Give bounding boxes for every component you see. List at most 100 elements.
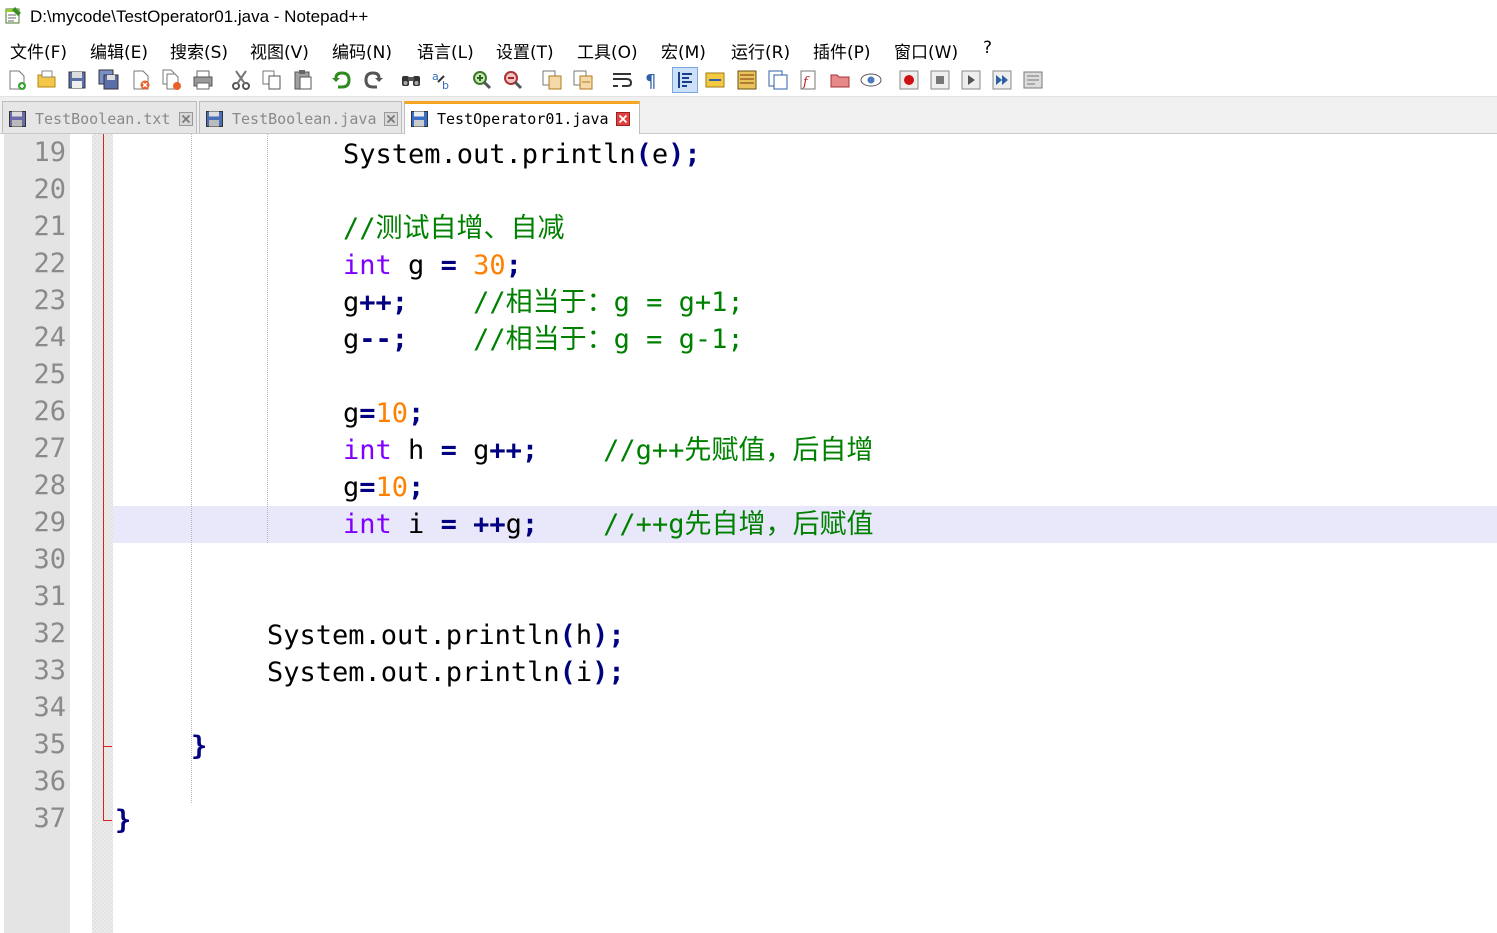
- code-token: g: [343, 287, 360, 318]
- operator-token: =: [440, 250, 457, 281]
- doc-list-icon[interactable]: [766, 68, 790, 92]
- show-all-characters-icon[interactable]: ¶: [640, 68, 664, 92]
- code-line-33: System.out.println(i);: [267, 654, 625, 691]
- code-token: h: [575, 620, 593, 651]
- indent-guide-icon[interactable]: [672, 67, 698, 93]
- operator-token: =: [359, 398, 376, 429]
- tab-testboolean-java[interactable]: TestBoolean.java: [199, 101, 402, 133]
- undo-icon[interactable]: [330, 68, 354, 92]
- fold-end-marker: [103, 746, 112, 747]
- copy-icon[interactable]: [260, 68, 284, 92]
- code-line-26: g=10;: [343, 395, 424, 432]
- run-macro-multiple-icon[interactable]: [990, 68, 1014, 92]
- saved-file-icon: [9, 111, 26, 127]
- operator-token: (: [559, 657, 576, 688]
- code-token: g: [343, 472, 360, 503]
- menu-help[interactable]: ?: [983, 38, 992, 58]
- code-token: g: [343, 398, 360, 429]
- line-number: 26: [33, 396, 66, 427]
- tab-label: TestOperator01.java: [437, 110, 609, 128]
- stop-macro-icon[interactable]: [928, 68, 952, 92]
- svg-text:b: b: [442, 79, 449, 92]
- sync-horizontal-icon[interactable]: [571, 68, 595, 92]
- menu-settings[interactable]: 设置(T): [496, 38, 554, 63]
- replace-icon[interactable]: ab: [430, 68, 454, 92]
- code-line-22: int g = 30;: [343, 247, 522, 284]
- tab-testoperator01-java[interactable]: TestOperator01.java: [404, 101, 640, 134]
- operator-token: ;: [408, 398, 425, 429]
- play-macro-icon[interactable]: [959, 68, 983, 92]
- tab-close-icon[interactable]: [616, 111, 630, 126]
- sync-vertical-icon[interactable]: [540, 68, 564, 92]
- line-number: 21: [33, 211, 66, 242]
- number-token: 30: [473, 250, 506, 281]
- zoom-in-icon[interactable]: [470, 68, 494, 92]
- code-line-35: }: [191, 728, 207, 765]
- comment-token: //g++先赋值，后自增: [603, 435, 874, 466]
- code-line-24: g--; //相当于：g = g-1;: [343, 321, 744, 358]
- indent-guide: [191, 134, 192, 803]
- zoom-out-icon[interactable]: [501, 68, 525, 92]
- save-all-icon[interactable]: [97, 68, 121, 92]
- line-number: 29: [33, 507, 66, 538]
- brace-token: }: [191, 731, 208, 762]
- menu-edit[interactable]: 编辑(E): [90, 38, 148, 63]
- find-icon[interactable]: [399, 68, 423, 92]
- fold-line: [103, 134, 104, 820]
- code-token: (: [635, 139, 652, 170]
- menu-language[interactable]: 语言(L): [417, 38, 474, 63]
- operator-token: ++: [473, 509, 506, 540]
- number-token: 10: [375, 398, 409, 429]
- function-list-icon[interactable]: f: [797, 68, 821, 92]
- menu-window[interactable]: 窗口(W): [894, 38, 958, 63]
- operator-token: ;: [505, 250, 522, 281]
- menu-encoding[interactable]: 编码(N): [332, 38, 392, 63]
- menu-macro[interactable]: 宏(M): [661, 38, 706, 63]
- doc-map-icon[interactable]: [735, 68, 759, 92]
- tab-close-icon[interactable]: [179, 111, 193, 126]
- line-number: 33: [33, 655, 66, 686]
- paste-icon[interactable]: [291, 68, 315, 92]
- close-file-icon[interactable]: [129, 68, 153, 92]
- indent-guide: [267, 134, 268, 543]
- saved-file-icon: [411, 111, 428, 127]
- user-language-icon[interactable]: [703, 68, 727, 92]
- line-number: 28: [33, 470, 66, 501]
- record-macro-icon[interactable]: [897, 68, 921, 92]
- menu-bar: 文件(F) 编辑(E) 搜索(S) 视图(V) 编码(N) 语言(L) 设置(T…: [0, 35, 1497, 63]
- notepad-app-icon: [5, 6, 22, 24]
- line-number: 19: [33, 137, 66, 168]
- cut-icon[interactable]: [229, 68, 253, 92]
- toolbar: ab ¶ f: [0, 63, 1497, 97]
- save-macro-icon[interactable]: [1021, 68, 1045, 92]
- svg-text:¶: ¶: [645, 71, 656, 92]
- word-wrap-icon[interactable]: [610, 68, 634, 92]
- close-all-icon[interactable]: [160, 68, 184, 92]
- line-number: 22: [33, 248, 66, 279]
- menu-file[interactable]: 文件(F): [10, 38, 67, 63]
- monitoring-eye-icon[interactable]: [859, 68, 883, 92]
- folder-workspace-icon[interactable]: [828, 68, 852, 92]
- tab-testboolean-txt[interactable]: TestBoolean.txt: [2, 101, 197, 133]
- print-icon[interactable]: [191, 68, 215, 92]
- redo-icon[interactable]: [361, 68, 385, 92]
- menu-view[interactable]: 视图(V): [250, 38, 309, 63]
- line-number: 25: [33, 359, 66, 390]
- menu-run[interactable]: 运行(R): [731, 38, 790, 63]
- menu-plugins[interactable]: 插件(P): [813, 38, 871, 63]
- code-editor[interactable]: 19 20 21 22 23 24 25 26 27 28 29 30 31 3…: [0, 134, 1497, 933]
- code-token: g: [505, 509, 522, 540]
- save-icon[interactable]: [65, 68, 89, 92]
- menu-tools[interactable]: 工具(O): [577, 38, 638, 63]
- line-number: 35: [33, 729, 66, 760]
- keyword-token: int: [343, 509, 392, 540]
- operator-token: ;: [408, 472, 425, 503]
- open-file-icon[interactable]: [35, 68, 59, 92]
- menu-search[interactable]: 搜索(S): [170, 38, 228, 63]
- operator-token: ++;: [359, 287, 409, 318]
- tab-close-icon[interactable]: [384, 111, 398, 126]
- new-file-icon[interactable]: [5, 68, 29, 92]
- code-token: h: [391, 435, 441, 466]
